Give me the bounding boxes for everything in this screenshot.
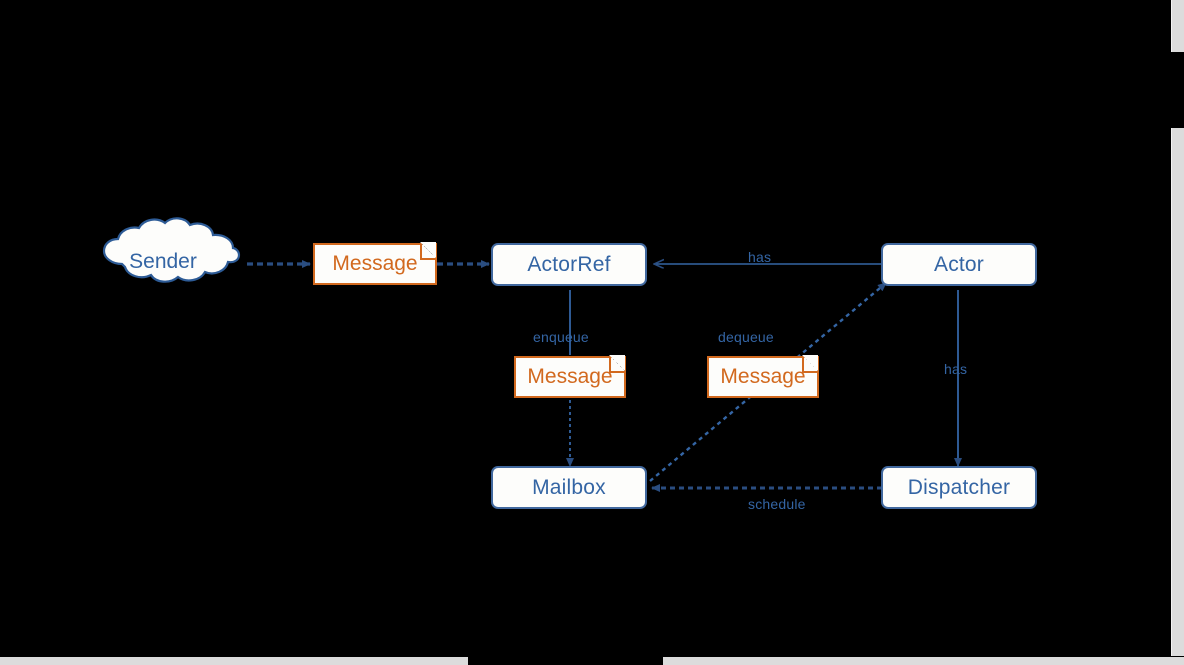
vertical-scrollbar-track-bottom[interactable]	[1171, 128, 1184, 665]
note-message-send-label: Message	[332, 252, 418, 275]
node-actorref[interactable]: ActorRef	[491, 243, 647, 286]
node-actorref-label: ActorRef	[527, 252, 611, 276]
horizontal-scrollbar[interactable]	[0, 656, 1184, 665]
note-message-dequeue-label: Message	[720, 365, 806, 388]
note-message-send[interactable]: Message	[313, 242, 437, 285]
edge-label-has-dispatcher: has	[944, 361, 968, 377]
node-sender-label: Sender	[129, 250, 197, 273]
horizontal-scrollbar-track-right[interactable]	[663, 657, 1184, 665]
node-mailbox-label: Mailbox	[532, 475, 606, 499]
node-dispatcher[interactable]: Dispatcher	[881, 466, 1037, 509]
node-actor-label: Actor	[933, 252, 984, 276]
edge-label-has-actorref: has	[748, 249, 772, 265]
diagram-canvas[interactable]: Sender ActorRef Actor Mailbox Dispatcher…	[0, 0, 1170, 655]
node-sender[interactable]: Sender	[96, 240, 246, 288]
node-dispatcher-label: Dispatcher	[907, 475, 1011, 499]
note-message-dequeue[interactable]: Message	[707, 355, 819, 398]
vertical-scrollbar[interactable]	[1169, 0, 1184, 665]
edge-label-dequeue: dequeue	[718, 329, 774, 345]
note-message-enqueue[interactable]: Message	[514, 355, 626, 398]
node-mailbox[interactable]: Mailbox	[491, 466, 647, 509]
note-message-enqueue-label: Message	[527, 365, 613, 388]
node-actor[interactable]: Actor	[881, 243, 1037, 286]
diagram-viewer: Sender ActorRef Actor Mailbox Dispatcher…	[0, 0, 1184, 665]
note-fold-corner-icon	[420, 242, 436, 260]
edge-label-schedule: schedule	[748, 496, 806, 512]
horizontal-scrollbar-track-left[interactable]	[0, 657, 468, 665]
vertical-scrollbar-track-top[interactable]	[1171, 0, 1184, 52]
edge-label-enqueue: enqueue	[533, 329, 589, 345]
diagram-edges	[102, 217, 962, 492]
